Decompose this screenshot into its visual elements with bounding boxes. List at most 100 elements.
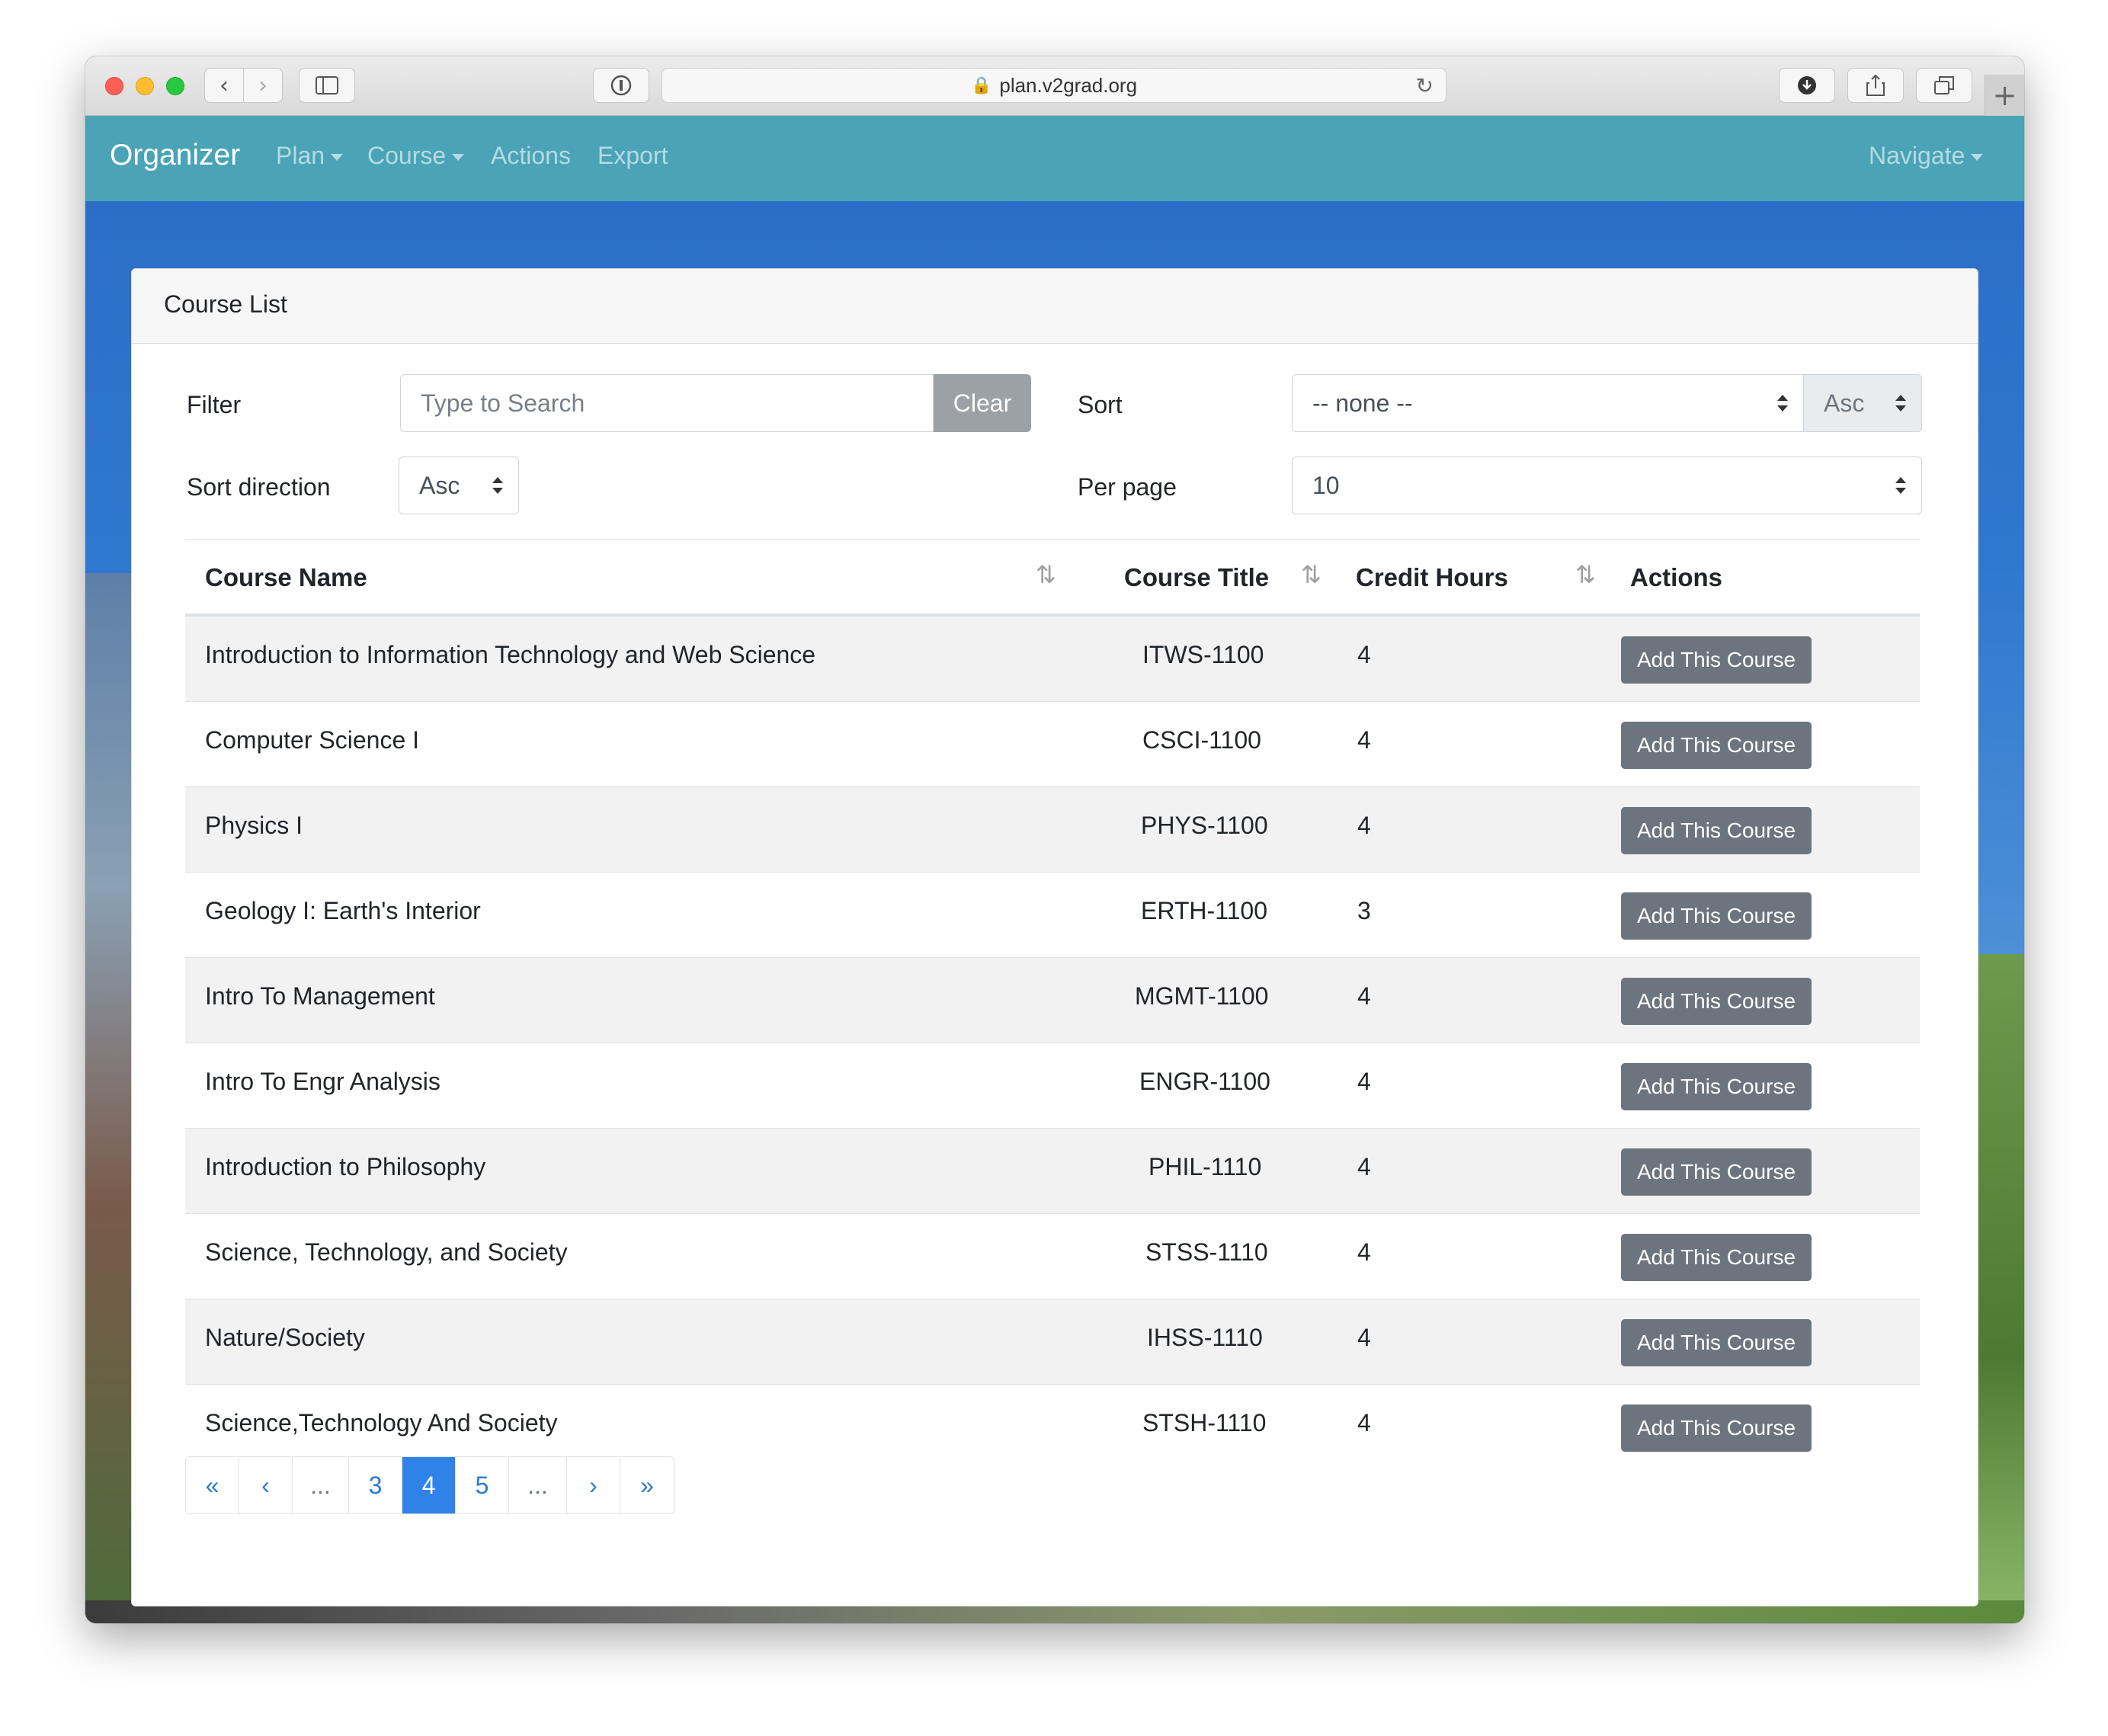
download-icon[interactable] [1779, 68, 1835, 103]
sort-direction-value: Asc [419, 471, 460, 499]
per-page-label: Per page [1078, 473, 1177, 501]
brand-link[interactable]: Organizer [110, 139, 240, 172]
sort-label: Sort [1078, 391, 1123, 418]
credit-hours-cell: 4 [1357, 982, 1371, 1010]
new-tab-icon[interactable]: + [1985, 75, 2024, 116]
table-row: Computer Science I CSCI-1100 4 Add This … [185, 701, 1920, 786]
select-arrows-icon [1895, 477, 1906, 494]
caret-down-icon [452, 154, 465, 162]
nav-actions-link[interactable]: Actions [491, 142, 571, 170]
column-header-credit-hours[interactable]: Credit Hours [1356, 563, 1508, 592]
add-course-button[interactable]: Add This Course [1621, 978, 1812, 1025]
table-row: Introduction to Philosophy PHIL-1110 4 A… [185, 1128, 1920, 1213]
sort-direction-inline-value: Asc [1824, 389, 1865, 417]
credit-hours-cell: 4 [1357, 1068, 1371, 1095]
lock-icon: 🔒 [970, 75, 992, 95]
credit-hours-cell: 4 [1357, 812, 1371, 839]
zoom-window-button[interactable] [166, 77, 184, 95]
nav-course-label: Course [367, 142, 447, 169]
minimize-window-button[interactable] [136, 77, 154, 95]
per-page-value: 10 [1312, 471, 1340, 499]
sort-toggle-icon[interactable]: ⇅ [1036, 560, 1056, 589]
sort-direction-inline-select[interactable]: Asc [1803, 374, 1922, 432]
course-name-cell: Computer Science I [205, 726, 420, 754]
table-top-divider [185, 539, 1920, 540]
select-arrows-icon [1777, 395, 1788, 412]
column-header-course-name[interactable]: Course Name [205, 563, 367, 592]
nav-plan-label: Plan [276, 142, 325, 169]
pagination: « ‹ ... 3 4 5 ... › » [185, 1456, 674, 1514]
top-navbar: Organizer Plan Course Actions Export Nav… [85, 116, 2024, 201]
credit-hours-cell: 4 [1357, 1238, 1371, 1266]
clear-button[interactable]: Clear [934, 374, 1031, 432]
page: Organizer Plan Course Actions Export Nav… [85, 116, 2024, 1623]
first-page-button[interactable]: « [186, 1457, 239, 1513]
table-row: Physics I PHYS-1100 4 Add This Course [185, 786, 1920, 872]
caret-down-icon [1971, 154, 1984, 162]
course-name-cell: Intro To Engr Analysis [205, 1068, 441, 1095]
back-icon[interactable]: ‹ [204, 68, 244, 103]
course-name-cell: Science, Technology, and Society [205, 1238, 568, 1266]
password-icon[interactable] [593, 68, 649, 103]
sort-toggle-icon[interactable]: ⇅ [1301, 560, 1322, 589]
add-course-button[interactable]: Add This Course [1621, 1063, 1812, 1110]
add-course-button[interactable]: Add This Course [1621, 722, 1812, 769]
page-3-button[interactable]: 3 [349, 1457, 402, 1513]
credit-hours-cell: 4 [1357, 726, 1371, 754]
nav-navigate-label: Navigate [1869, 142, 1965, 169]
course-code-cell: ITWS-1100 [1142, 641, 1264, 668]
column-header-course-title[interactable]: Course Title [1124, 563, 1269, 592]
nav-navigate-dropdown[interactable]: Navigate [1869, 142, 1984, 170]
nav-plan-dropdown[interactable]: Plan [276, 142, 344, 170]
credit-hours-cell: 3 [1357, 897, 1371, 924]
prev-page-button[interactable]: ‹ [239, 1457, 293, 1513]
credit-hours-cell: 4 [1357, 1409, 1371, 1437]
table-row: Science, Technology, and Society STSS-11… [185, 1213, 1920, 1299]
add-course-button[interactable]: Add This Course [1621, 636, 1812, 684]
page-4-button-active[interactable]: 4 [402, 1457, 456, 1513]
credit-hours-cell: 4 [1357, 1324, 1371, 1351]
nav-export-link[interactable]: Export [597, 142, 668, 170]
forward-icon[interactable]: › [243, 68, 283, 103]
add-course-button[interactable]: Add This Course [1621, 1148, 1812, 1196]
add-course-button[interactable]: Add This Course [1621, 1319, 1812, 1366]
select-arrows-icon [1895, 395, 1906, 412]
ellipsis-right: ... [509, 1457, 567, 1513]
last-page-button[interactable]: » [620, 1457, 674, 1513]
course-name-cell: Science,Technology And Society [205, 1409, 558, 1437]
add-course-button[interactable]: Add This Course [1621, 892, 1812, 940]
address-bar[interactable]: 🔒 plan.v2grad.org ↻ [662, 68, 1446, 103]
background-photo-left [85, 573, 131, 1623]
course-name-cell: Physics I [205, 812, 303, 839]
table-row: Introduction to Information Technology a… [185, 616, 1920, 701]
reload-icon[interactable]: ↻ [1416, 73, 1434, 98]
per-page-select[interactable]: 10 [1292, 456, 1922, 514]
course-code-cell: STSS-1110 [1145, 1238, 1268, 1266]
column-header-actions: Actions [1630, 563, 1723, 591]
credit-hours-cell: 4 [1357, 1153, 1371, 1180]
add-course-button[interactable]: Add This Course [1621, 807, 1812, 854]
filter-label: Filter [187, 391, 242, 418]
course-code-cell: ERTH-1100 [1141, 897, 1267, 924]
credit-hours-cell: 4 [1357, 641, 1371, 668]
card-title: Course List [132, 269, 1978, 344]
page-5-button[interactable]: 5 [456, 1457, 509, 1513]
course-code-cell: MGMT-1100 [1135, 982, 1269, 1010]
select-arrows-icon [492, 477, 503, 494]
table-row: Geology I: Earth's Interior ERTH-1100 3 … [185, 872, 1920, 957]
next-page-button[interactable]: › [567, 1457, 620, 1513]
sort-direction-select[interactable]: Asc [399, 456, 519, 514]
course-name-cell: Introduction to Philosophy [205, 1153, 486, 1180]
tabs-overview-icon[interactable] [1916, 68, 1972, 103]
add-course-button[interactable]: Add This Course [1621, 1404, 1812, 1452]
search-input[interactable]: Type to Search [400, 374, 934, 432]
nav-course-dropdown[interactable]: Course [367, 142, 465, 170]
sidebar-icon[interactable] [299, 68, 355, 103]
close-window-button[interactable] [105, 77, 123, 95]
sort-select[interactable]: -- none -- [1292, 374, 1804, 432]
sort-toggle-icon[interactable]: ⇅ [1575, 560, 1596, 589]
add-course-button[interactable]: Add This Course [1621, 1234, 1812, 1281]
table-row: Intro To Management MGMT-1100 4 Add This… [185, 957, 1920, 1043]
sort-direction-label: Sort direction [187, 473, 331, 501]
share-icon[interactable] [1847, 68, 1904, 103]
